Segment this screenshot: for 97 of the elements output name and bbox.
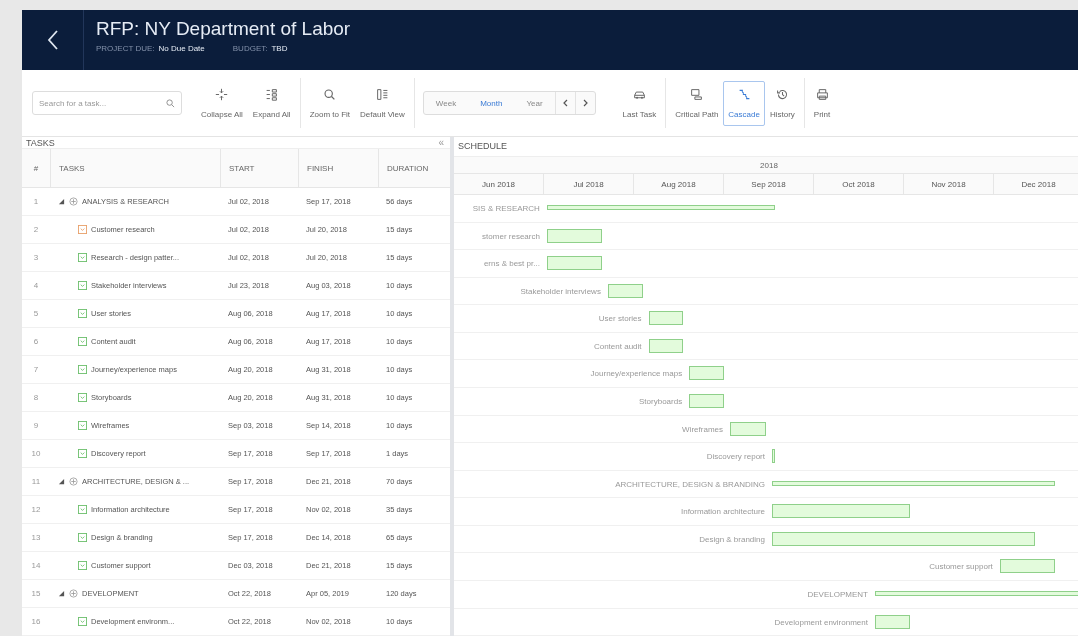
row-number: 9 [22, 412, 50, 440]
chevron-left-icon [562, 98, 568, 107]
toolbar-button[interactable]: Zoom to Fit [304, 80, 356, 126]
summary-task-icon [69, 477, 78, 486]
row-number: 12 [22, 496, 50, 524]
task-bar[interactable] [772, 449, 775, 464]
month-header: Oct 2018 [814, 174, 904, 195]
task-bar[interactable] [648, 311, 684, 326]
toolbar-button[interactable]: Critical Path [670, 80, 724, 126]
row-number: 11 [22, 468, 50, 496]
chevron-left-icon [46, 29, 59, 51]
row-number: 15 [22, 580, 50, 608]
caret-icon[interactable] [58, 590, 65, 597]
bar-label: Discovery report [706, 452, 765, 462]
summary-bar[interactable] [772, 480, 1055, 486]
field-label: BUDGET: [232, 44, 268, 53]
month-header: Sep 2018 [724, 174, 814, 195]
project-title: RFP: NY Department of Labor [96, 18, 351, 40]
field-value: TBD [271, 44, 288, 53]
month-header: Jun 2018 [454, 174, 544, 195]
task-bar[interactable] [546, 228, 603, 243]
summary-bar[interactable] [546, 205, 775, 211]
caret-icon[interactable] [58, 198, 65, 205]
task-bar[interactable] [546, 256, 603, 271]
row-number: 2 [22, 216, 50, 244]
toolbar-button[interactable]: Default View [355, 80, 410, 126]
bar-label: Development environment [774, 617, 868, 627]
row-number: 3 [22, 244, 50, 272]
column-header: FINISH [298, 149, 378, 188]
search-field[interactable]: Search for a task... [32, 91, 182, 115]
expand-rows-icon [265, 87, 279, 101]
toolbar-button[interactable]: History [764, 80, 800, 126]
row-number: 16 [22, 608, 50, 636]
column-header: TASKS [50, 149, 220, 188]
view-tab[interactable]: Month [468, 92, 515, 114]
task-bar[interactable] [874, 614, 910, 629]
toolbar-button[interactable]: Expand All [247, 80, 296, 126]
bar-label: Content audit [593, 341, 642, 351]
view-tab[interactable]: Year [514, 92, 555, 114]
bar-label: Information architecture [680, 507, 765, 517]
monitor-icon [690, 87, 704, 101]
task-bar[interactable] [999, 559, 1055, 574]
month-header: Aug 2018 [634, 174, 724, 195]
bar-label: erns & best pr... [483, 259, 540, 269]
row-number: 4 [22, 272, 50, 300]
row-number: 7 [22, 356, 50, 384]
column-header: # [22, 149, 50, 188]
month-header: Dec 2018 [994, 174, 1078, 195]
view-tab[interactable]: Week [423, 92, 469, 114]
row-number: 1 [22, 188, 50, 216]
summary-task-icon [69, 589, 78, 598]
bar-label: User stories [598, 314, 642, 324]
bar-label: SIS & RESEARCH [472, 204, 540, 214]
bar-label: Journey/experience maps [590, 369, 683, 379]
bar-label: stomer research [482, 231, 540, 241]
zoom-icon [323, 87, 337, 101]
bar-label: Stakeholder interviews [520, 286, 601, 296]
task-bar[interactable] [772, 504, 910, 519]
bar-label: Wireframes [682, 424, 723, 434]
bar-label: Design & branding [699, 534, 765, 544]
field-label: PROJECT DUE: [96, 44, 155, 53]
row-number: 14 [22, 552, 50, 580]
toolbar-button[interactable]: Collapse All [196, 80, 248, 126]
task-bar[interactable] [648, 338, 684, 353]
task-bar[interactable] [689, 366, 724, 381]
toolbar-button[interactable]: Last Task [617, 80, 662, 126]
row-number: 13 [22, 524, 50, 552]
cascade-icon [737, 87, 751, 101]
row-number: 10 [22, 440, 50, 468]
bar-label: ARCHITECTURE, DESIGN & BRANDING [615, 479, 765, 489]
row-number: 5 [22, 300, 50, 328]
column-header: START [220, 149, 298, 188]
bar-label: Storyboards [639, 397, 683, 406]
month-header: Jul 2018 [544, 174, 634, 195]
bar-label: Customer support [929, 562, 993, 572]
bar-label: DEVELOPMENT [807, 589, 868, 599]
columns-icon [375, 87, 389, 101]
caret-icon[interactable] [58, 478, 65, 485]
month-header: Nov 2018 [904, 174, 994, 195]
summary-task-icon [69, 197, 78, 206]
history-icon [775, 87, 789, 101]
chevron-right-icon [582, 98, 588, 107]
panel-title: SCHEDULE [458, 141, 507, 152]
row-number: 8 [22, 384, 50, 412]
printer-icon [815, 87, 829, 101]
row-number: 6 [22, 328, 50, 356]
column-header: DURATION [378, 149, 450, 188]
task-bar[interactable] [689, 394, 724, 408]
toolbar-button[interactable]: Print [808, 80, 836, 126]
task-bar[interactable] [772, 531, 1035, 546]
panel-title: TASKS [26, 137, 55, 148]
field-value: No Due Date [158, 44, 205, 53]
search-icon [166, 99, 175, 108]
task-bar[interactable] [730, 421, 766, 436]
task-bar[interactable] [607, 283, 643, 298]
toolbar-button[interactable]: Cascade [723, 80, 765, 126]
collapse-arrows-icon [215, 87, 229, 101]
